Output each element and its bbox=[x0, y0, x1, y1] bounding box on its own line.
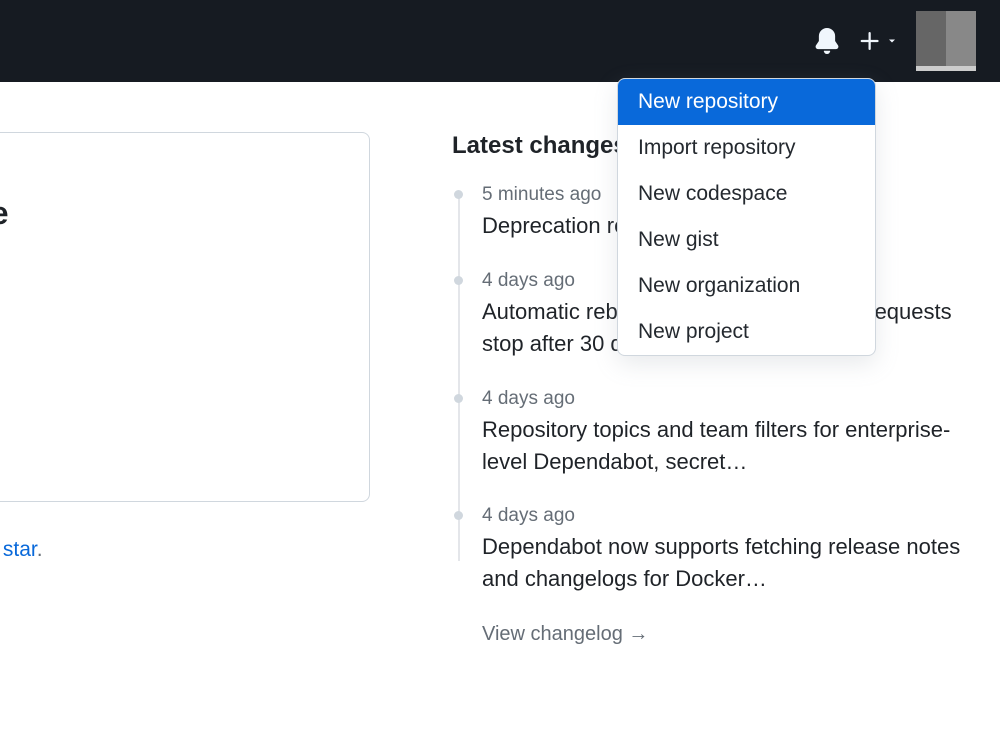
view-changelog-link[interactable]: View changelog → bbox=[452, 623, 1000, 646]
change-item[interactable]: 4 days ago Repository topics and team fi… bbox=[482, 388, 1000, 478]
change-time: 4 days ago bbox=[482, 388, 1000, 410]
create-dropdown: New repository Import repository New cod… bbox=[617, 78, 876, 356]
feed-card-title: ple to populate bbox=[0, 195, 339, 232]
feed-footer-text: es you watch or star. bbox=[0, 538, 380, 562]
change-time: 4 days ago bbox=[482, 505, 1000, 527]
create-menu-button[interactable] bbox=[858, 29, 898, 53]
star-link[interactable]: star bbox=[3, 538, 37, 561]
change-title: Repository topics and team filters for e… bbox=[482, 414, 992, 478]
feed-card: ple to populate on repositories you bbox=[0, 132, 370, 502]
feed-footer-suffix: . bbox=[37, 538, 43, 561]
avatar[interactable] bbox=[916, 11, 976, 71]
change-title: Dependabot now supports fetching release… bbox=[482, 531, 992, 595]
change-item[interactable]: 4 days ago Dependabot now supports fetch… bbox=[482, 505, 1000, 595]
menu-item-new-repository[interactable]: New repository bbox=[618, 79, 875, 125]
chevron-down-icon bbox=[886, 35, 898, 47]
menu-item-new-project[interactable]: New project bbox=[618, 309, 875, 355]
menu-item-new-gist[interactable]: New gist bbox=[618, 217, 875, 263]
feed-card-subtext: on repositories you bbox=[0, 322, 339, 346]
menu-item-new-codespace[interactable]: New codespace bbox=[618, 171, 875, 217]
menu-item-import-repository[interactable]: Import repository bbox=[618, 125, 875, 171]
notifications-icon[interactable] bbox=[814, 28, 840, 54]
site-header bbox=[0, 0, 1000, 82]
plus-icon bbox=[858, 29, 882, 53]
menu-item-new-organization[interactable]: New organization bbox=[618, 263, 875, 309]
left-column: ple to populate on repositories you es y… bbox=[0, 132, 380, 646]
